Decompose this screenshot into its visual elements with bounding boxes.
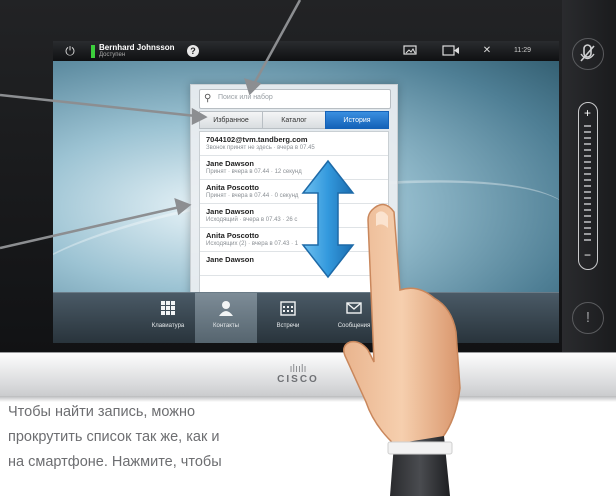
caption-line-2: прокрутить список так же, как и (8, 429, 220, 445)
caption-line-3: на смартфоне. Нажмите, чтобы (8, 454, 222, 470)
callout-lines (0, 0, 302, 250)
instruction-text: Чтобы найти запись, можно прокрутить спи… (8, 400, 368, 475)
caption-line-1: Чтобы найти запись, можно (8, 404, 196, 420)
